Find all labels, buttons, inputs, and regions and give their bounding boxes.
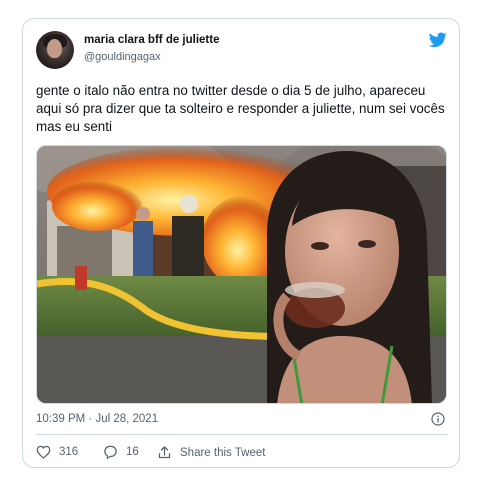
heart-icon — [36, 445, 51, 459]
tweet-media-image[interactable] — [36, 145, 447, 404]
tweet-timestamp[interactable]: 10:39 PM · Jul 28, 2021 — [36, 413, 158, 425]
user-handle[interactable]: @gouldingagax — [84, 51, 161, 63]
like-button[interactable]: 316 — [36, 445, 78, 459]
share-icon — [158, 446, 171, 459]
display-name[interactable]: maria clara bff de juliette — [84, 34, 220, 46]
like-count: 316 — [59, 446, 79, 458]
reply-count: 16 — [126, 446, 139, 458]
avatar[interactable] — [36, 31, 74, 69]
media-picture — [37, 146, 446, 403]
reply-icon — [104, 445, 117, 459]
tweet-card[interactable]: maria clara bff de juliette @gouldingaga… — [22, 18, 460, 468]
reply-button[interactable]: 16 — [103, 445, 139, 459]
tweet-text: gente o italo não entra no twitter desde… — [36, 83, 445, 134]
share-label: Share this Tweet — [180, 446, 266, 459]
twitter-bird-icon[interactable] — [429, 32, 447, 48]
share-button[interactable]: Share this Tweet — [157, 445, 265, 460]
info-icon[interactable] — [431, 412, 445, 426]
avatar-face — [47, 39, 62, 58]
divider — [36, 434, 448, 435]
